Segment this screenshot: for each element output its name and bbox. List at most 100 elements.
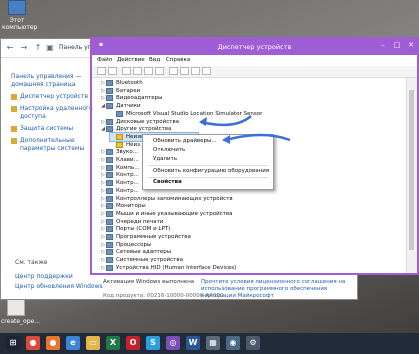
paint-icon[interactable]: ▦ xyxy=(206,336,220,350)
device-icon xyxy=(106,234,113,240)
update-driver-button[interactable] xyxy=(180,67,189,75)
up-icon[interactable]: ↑ xyxy=(33,43,43,53)
tree-item-label: Батареи xyxy=(116,87,141,94)
link-windows-update[interactable]: Центр обновления Windows xyxy=(15,282,103,292)
shield-icon xyxy=(11,94,17,100)
view-button[interactable] xyxy=(155,67,164,75)
minimize-icon[interactable]: – xyxy=(377,41,389,49)
taskbar: ⊞ ● ● e ▭ X O S ◎ W ▦ ◉ ⚙ xyxy=(0,333,419,354)
desktop-icon-file[interactable]: create_ope... xyxy=(1,296,40,325)
device-icon xyxy=(106,103,113,110)
menu-action[interactable]: Действие xyxy=(117,57,145,63)
tree-item-label: Дисковые устройства xyxy=(116,118,180,125)
tree-item-label: Программные устройства xyxy=(116,234,191,240)
device-icon xyxy=(106,95,113,102)
menu-view[interactable]: Вид xyxy=(149,57,160,63)
folder-icon: ▣ xyxy=(46,43,54,52)
toolbar xyxy=(92,66,417,78)
forward-button[interactable] xyxy=(108,67,117,75)
ie-icon[interactable]: e xyxy=(66,336,80,350)
explorer-icon[interactable]: ▭ xyxy=(86,336,100,350)
tree-item-label: Звуко... xyxy=(116,149,138,156)
start-button[interactable]: ⊞ xyxy=(6,336,20,350)
device-icon xyxy=(116,110,123,117)
opera-icon[interactable]: O xyxy=(126,336,140,350)
menu-item-properties[interactable]: Свойства xyxy=(153,179,182,185)
menu-item-update-drivers[interactable]: Обновить драйверы... xyxy=(153,138,217,144)
device-icon xyxy=(106,226,113,233)
skype-icon[interactable]: S xyxy=(146,336,160,350)
menu-item-uninstall[interactable]: Удалить xyxy=(153,156,177,162)
excel-icon[interactable]: X xyxy=(106,336,120,350)
device-icon xyxy=(106,203,113,210)
shield-icon xyxy=(11,126,17,132)
desktop-icon-label: create_ope... xyxy=(1,318,40,325)
help-button[interactable] xyxy=(144,67,153,75)
menu-separator xyxy=(147,165,269,166)
see-also-heading: См. также xyxy=(15,259,48,266)
device-icon xyxy=(106,80,113,86)
device-icon xyxy=(106,210,113,217)
menu-separator xyxy=(147,177,269,178)
device-icon xyxy=(106,126,113,133)
warning-device-icon xyxy=(116,133,123,140)
vertical-scrollbar[interactable] xyxy=(406,78,417,273)
tree-view-button[interactable] xyxy=(122,67,131,75)
device-icon xyxy=(106,249,113,256)
properties-button[interactable] xyxy=(133,67,142,75)
desktop-icon-label: Этот компьютер xyxy=(2,17,38,31)
tree-item-label: Контроллеры запоминающих устройств xyxy=(116,195,233,202)
link-label: Защита системы xyxy=(20,125,74,132)
close-icon[interactable]: ✕ xyxy=(405,41,417,49)
viber-icon[interactable]: ◎ xyxy=(166,336,180,350)
device-icon xyxy=(106,241,113,248)
see-also-links: Центр поддержки Центр обновления Windows xyxy=(15,272,103,292)
tree-item-label: Контр... xyxy=(116,172,139,179)
tree-item-label: Процессоры xyxy=(116,241,152,248)
license-link[interactable]: Прочтите условия лицензионного соглашени… xyxy=(201,279,351,300)
device-icon xyxy=(106,172,113,179)
tree-item-label: Очереди печати xyxy=(116,218,164,225)
firefox-icon[interactable]: ● xyxy=(46,336,60,350)
desktop-icon-this-pc[interactable]: Этот компьютер xyxy=(2,0,38,31)
menu-file[interactable]: Файл xyxy=(97,57,112,63)
tree-item-label: Мыши и иные указывающие устройства xyxy=(116,210,233,217)
product-code: Код продукта: 00216-10000-00000-AA000 xyxy=(103,293,224,299)
disable-button[interactable] xyxy=(191,67,200,75)
maximize-icon[interactable]: □ xyxy=(391,41,403,49)
chrome-icon[interactable]: ● xyxy=(26,336,40,350)
scrollbar-thumb[interactable] xyxy=(409,90,414,250)
title-bar[interactable]: ▪ Диспетчер устройств – □ ✕ xyxy=(92,39,417,55)
shield-icon xyxy=(11,106,17,112)
annotation-arrow-device xyxy=(199,115,252,127)
scan-hardware-button[interactable] xyxy=(169,67,178,75)
device-icon xyxy=(106,218,113,225)
forward-icon[interactable]: → xyxy=(19,43,29,53)
tree-item-label: Видеоадаптеры xyxy=(116,95,163,102)
device-icon xyxy=(106,118,113,125)
tree-item-label: Сетевые адаптеры xyxy=(116,249,172,256)
device-icon xyxy=(106,187,113,194)
menu-item-disable[interactable]: Отключить xyxy=(153,147,185,153)
back-button[interactable] xyxy=(97,67,106,75)
tree-item-label: Датчики xyxy=(116,103,141,110)
tree-item[interactable]: ▷ Устройства HID (Human Interface Devices… xyxy=(100,264,236,272)
menu-item-scan-hardware[interactable]: Обновить конфигурацию оборудования xyxy=(153,168,269,174)
device-icon xyxy=(106,164,113,171)
word-icon[interactable]: W xyxy=(186,336,200,350)
tree-item-label: Контр... xyxy=(116,180,139,187)
device-icon xyxy=(106,195,113,202)
network-icon[interactable]: ◉ xyxy=(226,336,240,350)
tree-item-label: Клави... xyxy=(116,157,139,163)
device-icon xyxy=(106,87,113,94)
settings-icon[interactable]: ⚙ xyxy=(246,336,260,350)
tree-item-label: Компь... xyxy=(116,164,140,171)
menu-bar: Файл Действие Вид Справка xyxy=(92,55,417,65)
uninstall-button[interactable] xyxy=(202,67,211,75)
back-icon[interactable]: ← xyxy=(5,43,15,53)
menu-help[interactable]: Справка xyxy=(166,57,190,63)
tree-item-label: Другие устройства xyxy=(116,126,172,133)
tree-item-label: Bluetooth xyxy=(116,80,143,86)
tree-item-label: Контр... xyxy=(116,187,139,194)
warning-device-icon xyxy=(116,141,123,148)
